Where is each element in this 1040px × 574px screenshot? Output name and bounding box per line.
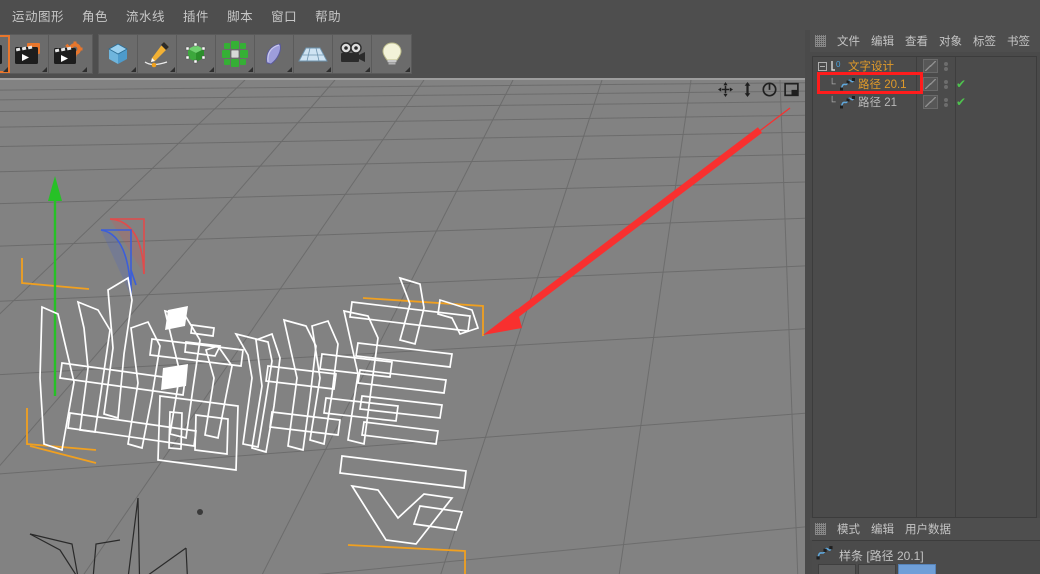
- camera-button[interactable]: [333, 35, 372, 73]
- cube-primitive-button[interactable]: [99, 35, 138, 73]
- attribute-tabs: [818, 564, 936, 574]
- menu-item-pipeline[interactable]: 流水线: [126, 6, 165, 25]
- spline-pen-button[interactable]: [138, 35, 177, 73]
- object-row-spline[interactable]: └ 路径 21 ✔: [813, 93, 1036, 111]
- menu-item-script[interactable]: 脚本: [227, 6, 253, 25]
- null-object-icon[interactable]: 0: [829, 58, 845, 74]
- floor-environment-button[interactable]: [294, 35, 333, 73]
- main-menu-bar: 运动图形 角色 流水线 插件 脚本 窗口 帮助: [0, 0, 1040, 30]
- viewport-3d-scene: [0, 80, 805, 574]
- object-name-label[interactable]: 路径 20.1: [858, 76, 907, 92]
- objmgr-menu-tags[interactable]: 标签: [973, 33, 996, 49]
- move-camera-icon[interactable]: [718, 82, 733, 97]
- light-button[interactable]: [372, 35, 411, 73]
- expand-collapse-icon[interactable]: [815, 61, 829, 71]
- toolbar-corner-flag: [209, 67, 214, 72]
- layer-color-tag[interactable]: [923, 59, 938, 73]
- object-manager-menu-bar: 文件 编辑 查看 对象 标签 书签: [805, 30, 1040, 52]
- attr-menu-userdata[interactable]: 用户数据: [905, 521, 951, 537]
- toolbar-group-render: [0, 34, 93, 74]
- object-name-label[interactable]: 文字设计: [848, 58, 894, 74]
- panel-grip-icon[interactable]: [815, 35, 826, 47]
- render-settings-button[interactable]: [49, 35, 88, 73]
- column-divider: [955, 57, 956, 517]
- toolbar-corner-flag: [131, 67, 136, 72]
- tab-coord[interactable]: [858, 564, 896, 574]
- objmgr-menu-bookmarks[interactable]: 书签: [1007, 33, 1030, 49]
- menu-item-plugins[interactable]: 插件: [183, 6, 209, 25]
- perspective-viewport[interactable]: [0, 78, 805, 574]
- panel-splitter[interactable]: [805, 30, 810, 574]
- viewport-nav-icons: [718, 82, 799, 97]
- object-name-label[interactable]: 路径 21: [858, 94, 897, 110]
- attribute-manager-menu-bar: 模式 编辑 用户数据: [805, 518, 1040, 540]
- objmgr-menu-edit[interactable]: 编辑: [871, 33, 894, 49]
- right-dock: 文件 编辑 查看 对象 标签 书签 0 文字设计 └ 路径 20.1 ✔ └ 路…: [805, 30, 1040, 574]
- attribute-manager: 模式 编辑 用户数据 样条 [路径 20.1]: [805, 518, 1040, 574]
- enabled-check-icon[interactable]: ✔: [956, 95, 966, 109]
- attr-menu-mode[interactable]: 模式: [837, 521, 860, 537]
- spline-object-icon[interactable]: [839, 76, 855, 92]
- tree-branch-icon: └: [828, 96, 836, 108]
- object-list[interactable]: 0 文字设计 └ 路径 20.1 ✔ └ 路径 21 ✔: [812, 56, 1037, 518]
- object-row-spline-selected[interactable]: └ 路径 20.1 ✔: [813, 75, 1036, 93]
- menu-item-mograph[interactable]: 运动图形: [12, 6, 64, 25]
- toolbar-corner-flag: [170, 67, 175, 72]
- spline-object-icon: [816, 545, 833, 565]
- object-row-null[interactable]: 0 文字设计: [813, 57, 1036, 75]
- visibility-dots[interactable]: [944, 97, 949, 108]
- nurbs-generator-button[interactable]: [177, 35, 216, 73]
- visibility-dots[interactable]: [944, 79, 949, 90]
- toolbar-corner-flag: [248, 67, 253, 72]
- tab-object[interactable]: [898, 564, 936, 574]
- toolbar-corner-flag: [365, 67, 370, 72]
- toolbar-corner-flag: [82, 67, 87, 72]
- menu-item-character[interactable]: 角色: [82, 6, 108, 25]
- enabled-check-icon[interactable]: ✔: [956, 77, 966, 91]
- attribute-title-row: 样条 [路径 20.1]: [812, 541, 1040, 565]
- objmgr-menu-objects[interactable]: 对象: [939, 33, 962, 49]
- objmgr-menu-view[interactable]: 查看: [905, 33, 928, 49]
- visibility-dots[interactable]: [944, 61, 949, 72]
- attribute-body: 样条 [路径 20.1]: [812, 540, 1040, 574]
- toolbar-corner-flag: [326, 67, 331, 72]
- layer-color-tag[interactable]: [923, 77, 938, 91]
- attr-menu-edit[interactable]: 编辑: [871, 521, 894, 537]
- toolbar-group-objects: [98, 34, 412, 74]
- attribute-object-title: 样条 [路径 20.1]: [839, 548, 924, 563]
- toolbar-corner-flag: [3, 67, 8, 72]
- toolbar-corner-flag: [287, 67, 292, 72]
- world-origin-marker: [197, 509, 203, 515]
- object-manager: 0 文字设计 └ 路径 20.1 ✔ └ 路径 21 ✔: [805, 56, 1040, 518]
- maximize-viewport-icon[interactable]: [784, 82, 799, 97]
- toolbar-corner-flag: [42, 67, 47, 72]
- objmgr-menu-file[interactable]: 文件: [837, 33, 860, 49]
- deformer-bend-button[interactable]: [255, 35, 294, 73]
- toolbar-corner-flag: [405, 67, 410, 72]
- layer-color-tag[interactable]: [923, 95, 938, 109]
- dolly-camera-icon[interactable]: [740, 82, 755, 97]
- cinema4d-window: 运动图形 角色 流水线 插件 脚本 窗口 帮助 文件 编辑 查看 对象 标签 书…: [0, 0, 1040, 574]
- menu-item-help[interactable]: 帮助: [315, 6, 341, 25]
- column-divider: [916, 57, 917, 517]
- mograph-cloner-button[interactable]: [216, 35, 255, 73]
- svg-text:0: 0: [836, 60, 841, 69]
- panel-grip-icon[interactable]: [815, 523, 826, 535]
- menu-item-window[interactable]: 窗口: [271, 6, 297, 25]
- rotate-camera-icon[interactable]: [762, 82, 777, 97]
- render-region-button[interactable]: [0, 35, 10, 73]
- spline-object-icon[interactable]: [839, 94, 855, 110]
- render-view-button[interactable]: [10, 35, 49, 73]
- tree-branch-icon: └: [828, 78, 836, 90]
- tab-basic[interactable]: [818, 564, 856, 574]
